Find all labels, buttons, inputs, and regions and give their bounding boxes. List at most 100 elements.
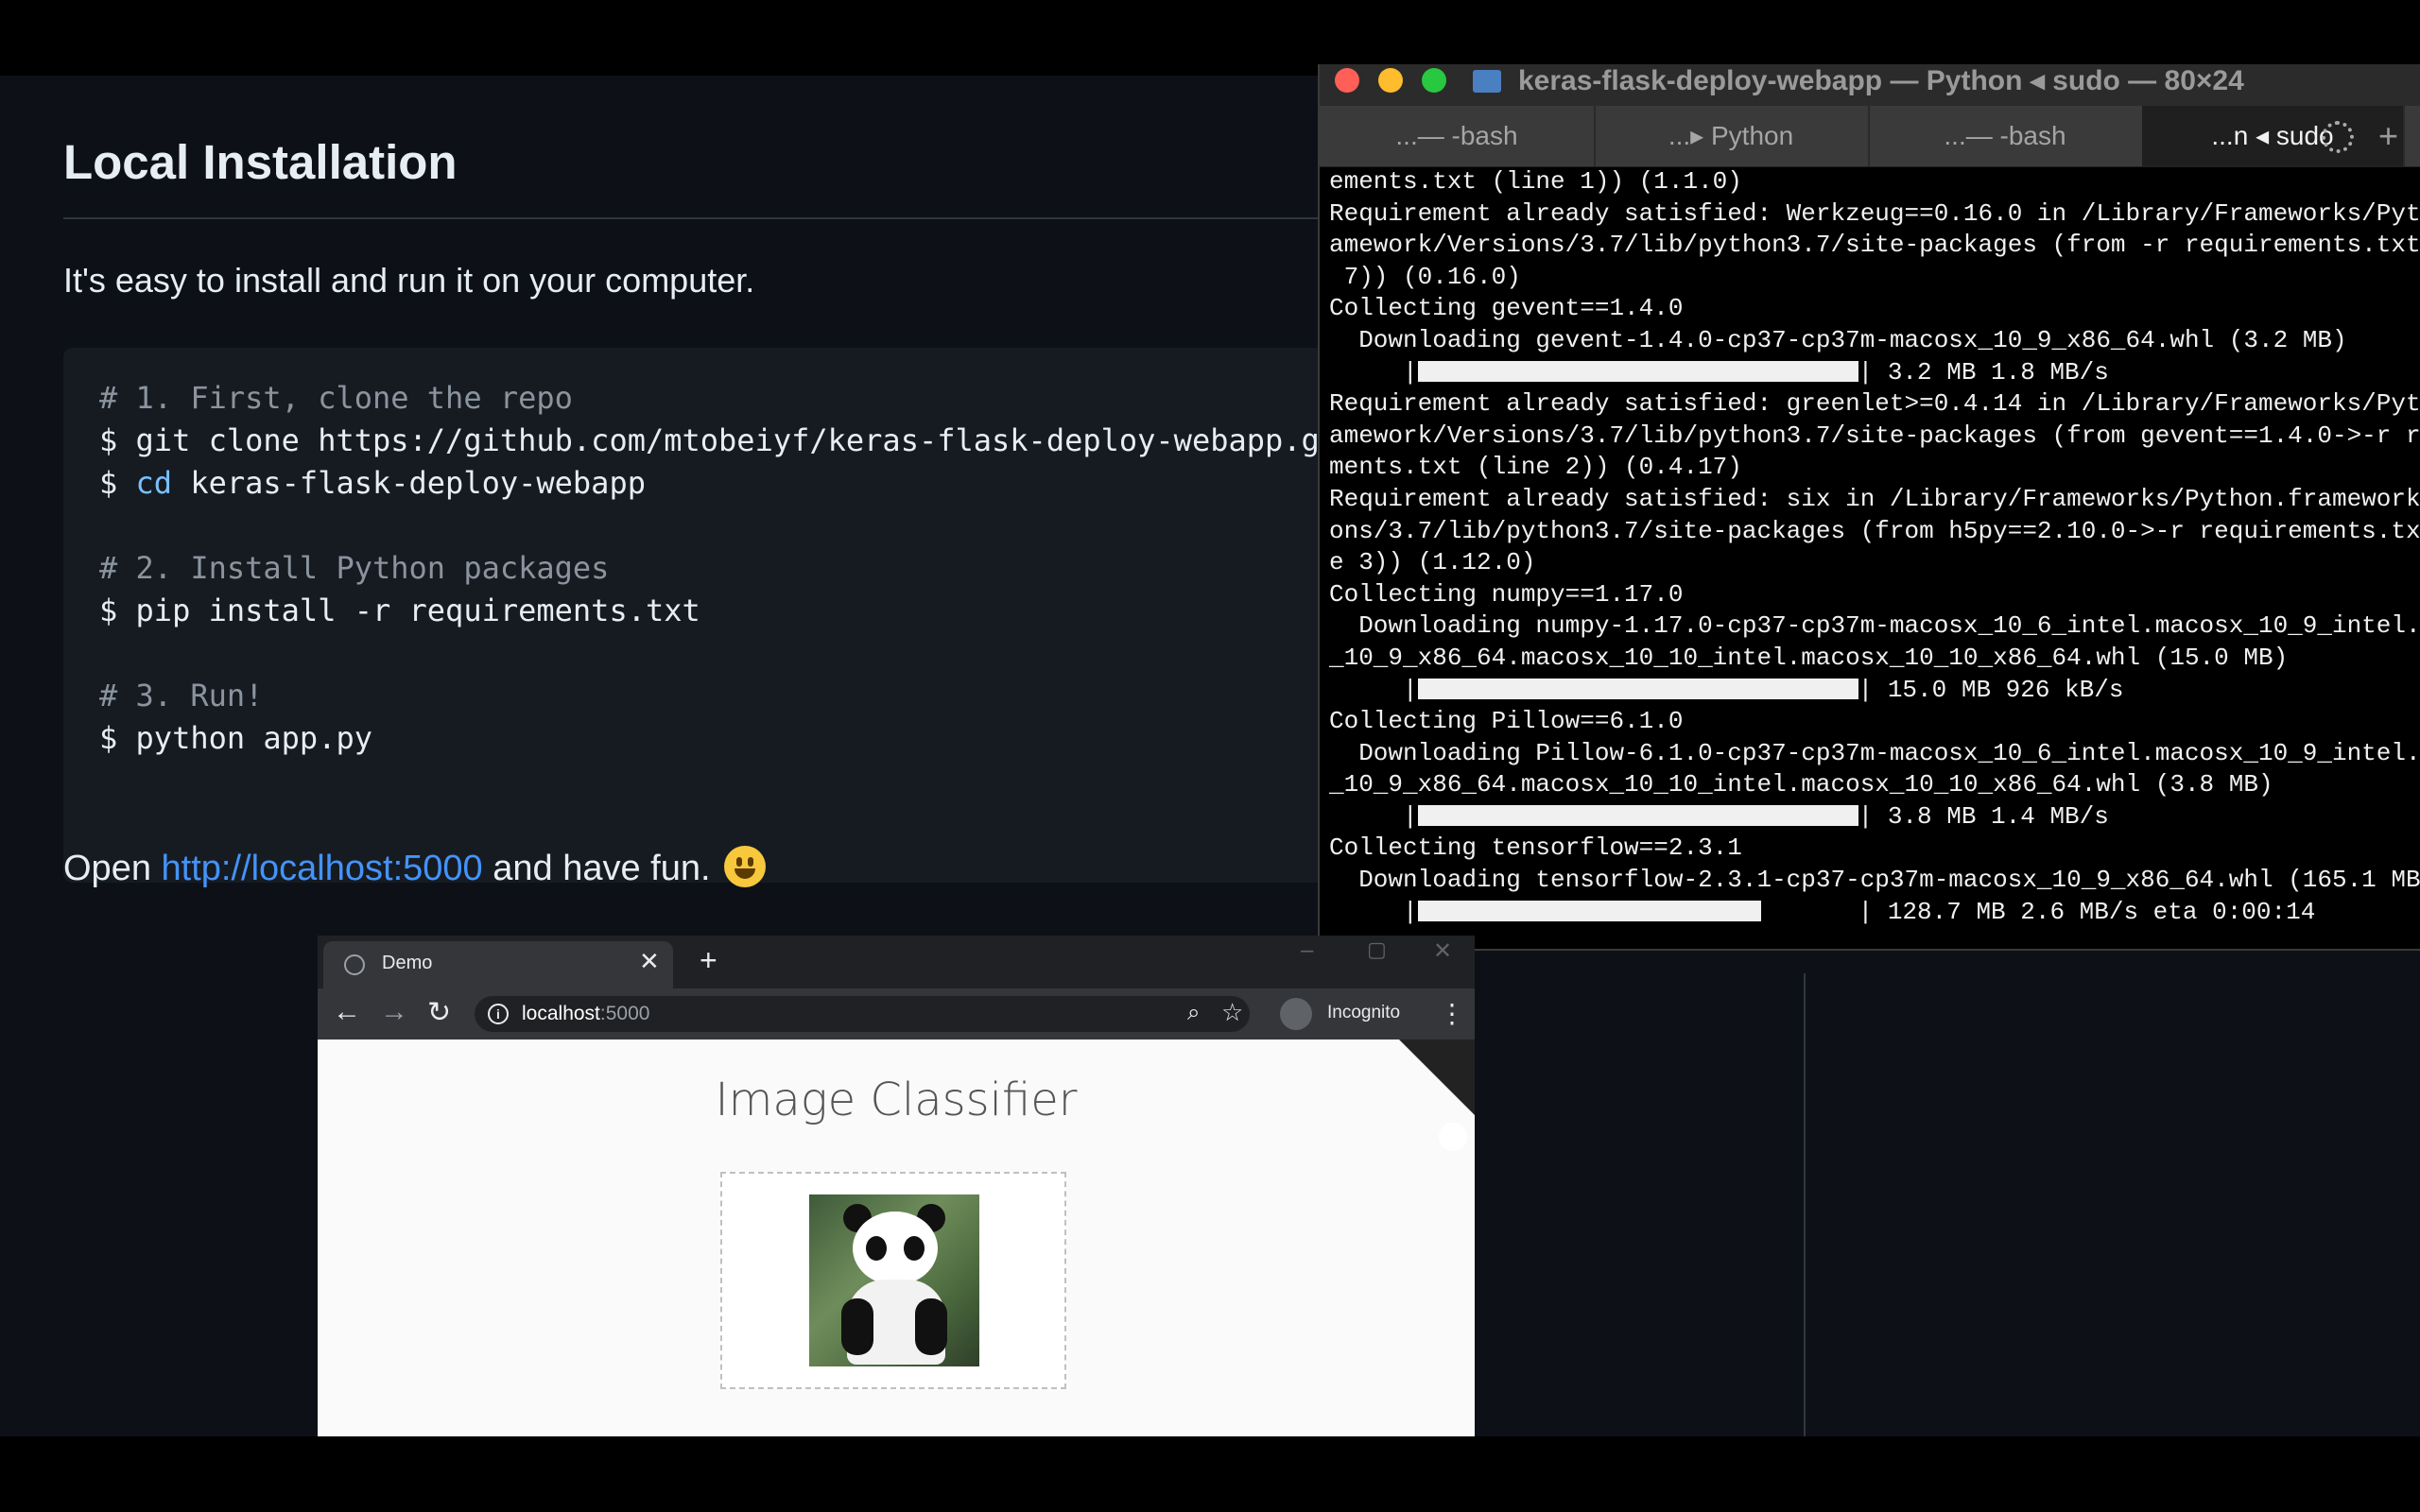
terminal-line: Collecting tensorflow==2.3.1 [1329, 833, 1742, 863]
url-port: :5000 [599, 1003, 650, 1024]
heading-divider [63, 217, 1406, 219]
zoom-icon[interactable]: ⌕ [1187, 1000, 1200, 1026]
url-text[interactable]: localhost:5000 [522, 1003, 649, 1025]
terminal-line: Requirement already satisfied: greenlet>… [1329, 389, 2420, 419]
terminal-line: amework/Versions/3.7/lib/python3.7/site-… [1329, 231, 2420, 260]
progress-bar-start: | [1329, 357, 1418, 387]
new-tab-icon[interactable]: + [700, 943, 717, 978]
terminal-line: _10_9_x86_64.macosx_10_10_intel.macosx_1… [1329, 643, 2289, 672]
code-comment: # 3. Run! [99, 678, 264, 713]
terminal-tab-sudo-label: ...n ◂ sudo [2211, 121, 2334, 150]
browser-toolbar: ← → ↻ i localhost:5000 ⌕ ☆ Incognito ⋮ [318, 988, 1475, 1040]
close-window-icon[interactable] [1335, 68, 1359, 93]
code-comment: # 2. Install Python packages [99, 550, 610, 586]
page-title: Image Classifier [715, 1074, 1078, 1126]
progress-bar-start: | [1329, 897, 1418, 926]
terminal-line: Downloading tensorflow-2.3.1-cp37-cp37m-… [1329, 866, 2420, 895]
terminal-line: Downloading numpy-1.17.0-cp37-cp37m-maco… [1329, 611, 2420, 641]
progress-bar-fill [1417, 360, 1858, 382]
code-builtin: cd [135, 465, 173, 501]
code-prompt: $ [99, 465, 136, 501]
progress-text: | 15.0 MB 926 kB/s [1858, 675, 2124, 704]
terminal-titlebar[interactable]: keras-flask-deploy-webapp — Python ◂ sud… [1320, 64, 2420, 106]
open-prefix: Open [63, 849, 162, 888]
reload-icon[interactable]: ↻ [427, 996, 451, 1029]
terminal-tab-sudo[interactable]: ...n ◂ sudo [2142, 106, 2405, 166]
activity-spinner-icon [2322, 121, 2354, 153]
terminal-line: Collecting gevent==1.4.0 [1329, 294, 1684, 323]
smiley-emoji-icon [724, 846, 767, 887]
terminal-title: keras-flask-deploy-webapp — Python ◂ sud… [1518, 65, 2244, 96]
open-instructions: Open http://localhost:5000 and have fun. [63, 846, 767, 889]
code-argument: keras-flask-deploy-webapp [172, 465, 646, 501]
zoom-window-icon[interactable] [1422, 68, 1446, 93]
code-command: $ git clone https://github.com/mtobeiyf/… [99, 422, 1357, 458]
progress-line: | | 15.0 MB 926 kB/s [1329, 675, 2420, 707]
forward-arrow-icon[interactable]: → [380, 996, 408, 1028]
close-icon[interactable]: ✕ [1433, 937, 1452, 965]
incognito-icon[interactable] [1280, 998, 1312, 1030]
code-command: $ cd keras-flask-deploy-webapp [99, 465, 646, 501]
terminal-line: e 3)) (1.12.0) [1329, 548, 1536, 577]
browser-window[interactable]: Demo ✕ + – ▢ ✕ ← → ↻ i localhost:5000 ⌕ … [318, 936, 1475, 1436]
back-arrow-icon[interactable]: ← [333, 996, 361, 1028]
terminal-line: Collecting numpy==1.17.0 [1329, 579, 1684, 609]
code-comment: # 1. First, clone the repo [99, 380, 573, 416]
progress-bar-start: | [1329, 675, 1418, 704]
section-heading: Local Installation [63, 135, 458, 189]
minimize-icon[interactable]: – [1301, 937, 1313, 964]
open-suffix: and have fun. [482, 849, 721, 888]
web-page: Image Classifier [318, 1040, 1475, 1436]
close-tab-icon[interactable]: ✕ [639, 947, 660, 976]
progress-text: | 3.8 MB 1.4 MB/s [1858, 801, 2109, 831]
terminal-line: amework/Versions/3.7/lib/python3.7/site-… [1329, 421, 2420, 450]
browser-tab-strip: Demo ✕ + – ▢ ✕ [318, 936, 1475, 988]
new-terminal-tab-icon[interactable]: + [2378, 106, 2398, 166]
progress-bar [1417, 678, 1858, 699]
kebab-menu-icon[interactable]: ⋮ [1439, 998, 1465, 1029]
browser-tab-demo[interactable]: Demo ✕ [323, 941, 673, 988]
github-icon [1439, 1123, 1467, 1151]
progress-bar-fill [1417, 678, 1858, 699]
terminal-line: Downloading Pillow-6.1.0-cp37-cp37m-maco… [1329, 738, 2420, 767]
incognito-label: Incognito [1327, 1003, 1401, 1022]
terminal-tab-bash-2[interactable]: ...— -bash [1868, 106, 2144, 166]
progress-text: | 128.7 MB 2.6 MB/s eta 0:00:14 [1858, 897, 2316, 926]
globe-icon [344, 954, 365, 975]
terminal-line: Requirement already satisfied: six in /L… [1329, 484, 2420, 513]
progress-line: | | 3.2 MB 1.8 MB/s [1329, 357, 2420, 389]
site-info-icon[interactable]: i [488, 1004, 509, 1024]
maximize-icon[interactable]: ▢ [1367, 937, 1387, 962]
terminal-tab-python[interactable]: ...▸ Python [1594, 106, 1870, 166]
progress-bar-fill [1417, 900, 1762, 921]
progress-bar-start: | [1329, 801, 1418, 831]
terminal-line: ons/3.7/lib/python3.7/site-packages (fro… [1329, 516, 2420, 545]
image-upload-dropzone[interactable] [720, 1172, 1066, 1389]
terminal-tab-bar: ...— -bash ...▸ Python ...— -bash ...n ◂… [1320, 106, 2420, 167]
code-block[interactable]: # 1. First, clone the repo $ git clone h… [63, 348, 1425, 883]
panda-image [809, 1194, 979, 1366]
progress-text: | 3.2 MB 1.8 MB/s [1858, 357, 2109, 387]
folder-icon [1473, 70, 1501, 93]
intro-text: It's easy to install and run it on your … [63, 261, 755, 300]
url-host: localhost [522, 1003, 600, 1024]
divider-line [1804, 973, 1806, 1436]
progress-bar [1417, 360, 1858, 382]
terminal-line: ements.txt (line 1)) (1.1.0) [1329, 167, 1742, 196]
terminal-line: Requirement already satisfied: Werkzeug=… [1329, 198, 2420, 228]
terminal-line: Collecting Pillow==6.1.0 [1329, 707, 1684, 736]
progress-bar [1417, 900, 1858, 921]
terminal-line: _10_9_x86_64.macosx_10_10_intel.macosx_1… [1329, 770, 2273, 799]
terminal-output: ements.txt (line 1)) (1.1.0) Requirement… [1329, 166, 2420, 928]
progress-line: | | 3.8 MB 1.4 MB/s [1329, 801, 2420, 833]
terminal-line: ments.txt (line 2)) (0.4.17) [1329, 453, 1742, 482]
address-bar[interactable]: i localhost:5000 ⌕ ☆ [475, 996, 1250, 1032]
localhost-link[interactable]: http://localhost:5000 [162, 849, 483, 888]
progress-bar-fill [1417, 804, 1858, 826]
terminal-line: 7)) (0.16.0) [1329, 262, 1521, 291]
terminal-window[interactable]: keras-flask-deploy-webapp — Python ◂ sud… [1318, 64, 2420, 951]
letterbox-bottom [0, 1436, 2420, 1512]
minimize-window-icon[interactable] [1378, 68, 1403, 93]
terminal-tab-bash-1[interactable]: ...— -bash [1320, 106, 1596, 166]
bookmark-star-icon[interactable]: ☆ [1221, 998, 1243, 1027]
